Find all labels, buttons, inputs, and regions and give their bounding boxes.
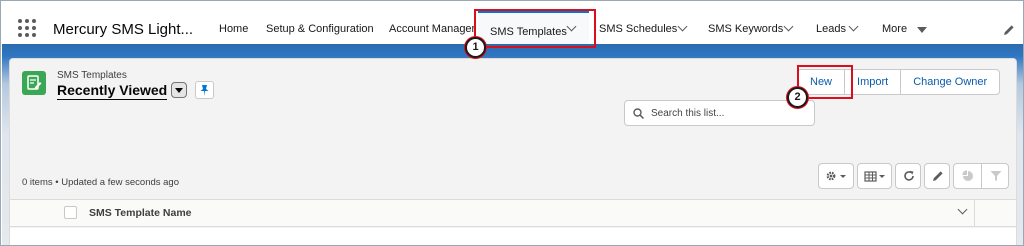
caret-down-icon[interactable]	[917, 27, 927, 33]
list-view-title[interactable]: Recently Viewed	[57, 82, 168, 100]
nav-item-setup-configuration[interactable]: Setup & Configuration	[266, 23, 374, 35]
table-icon	[864, 171, 885, 182]
nav-item-home[interactable]: Home	[219, 23, 248, 35]
table-body	[10, 228, 1016, 245]
search-icon	[633, 108, 644, 119]
column-header-sms-template-name[interactable]: SMS Template Name	[89, 207, 192, 219]
column-divider	[974, 200, 975, 226]
pencil-icon	[933, 171, 943, 181]
refresh-icon	[904, 170, 914, 181]
filter-icon	[990, 171, 1002, 181]
chevron-down-icon[interactable]	[783, 21, 794, 32]
callout-highlight-sms-templates	[474, 9, 596, 48]
callout-number: 2	[787, 87, 808, 108]
nav-item-account-manager[interactable]: Account Manager	[389, 23, 475, 35]
pin-icon[interactable]	[195, 81, 214, 99]
search-input[interactable]	[651, 101, 811, 125]
chart-filter-group	[953, 163, 1009, 189]
list-search	[624, 100, 815, 126]
filter-button[interactable]	[981, 164, 1008, 188]
display-as-button[interactable]	[857, 163, 892, 189]
select-all-checkbox[interactable]	[64, 206, 77, 219]
charts-button[interactable]	[954, 164, 981, 188]
nav-item-leads[interactable]: Leads	[816, 23, 846, 35]
app-launcher-icon[interactable]	[18, 19, 36, 37]
edit-nav-icon[interactable]	[1003, 24, 1015, 36]
sms-template-object-icon	[22, 71, 46, 95]
nav-item-sms-keywords[interactable]: SMS Keywords	[708, 23, 783, 35]
object-label: SMS Templates	[57, 70, 127, 81]
chevron-down-icon[interactable]	[848, 21, 859, 32]
list-status: 0 items • Updated a few seconds ago	[22, 177, 180, 188]
refresh-button[interactable]	[895, 163, 921, 189]
app-name: Mercury SMS Light...	[53, 21, 194, 38]
nav-item-more[interactable]: More	[882, 23, 907, 35]
list-view-picker-icon[interactable]	[171, 82, 187, 98]
callout-number: 1	[465, 37, 486, 58]
app-window: Mercury SMS Light... Home Setup & Config…	[0, 0, 1024, 246]
nav-item-sms-schedules[interactable]: SMS Schedules	[599, 23, 677, 35]
pie-chart-icon	[962, 170, 973, 181]
gear-icon	[826, 171, 846, 181]
change-owner-button[interactable]: Change Owner	[900, 70, 999, 94]
chevron-down-icon[interactable]	[677, 21, 688, 32]
edit-list-button[interactable]	[924, 163, 950, 189]
list-settings-button[interactable]	[818, 163, 854, 189]
